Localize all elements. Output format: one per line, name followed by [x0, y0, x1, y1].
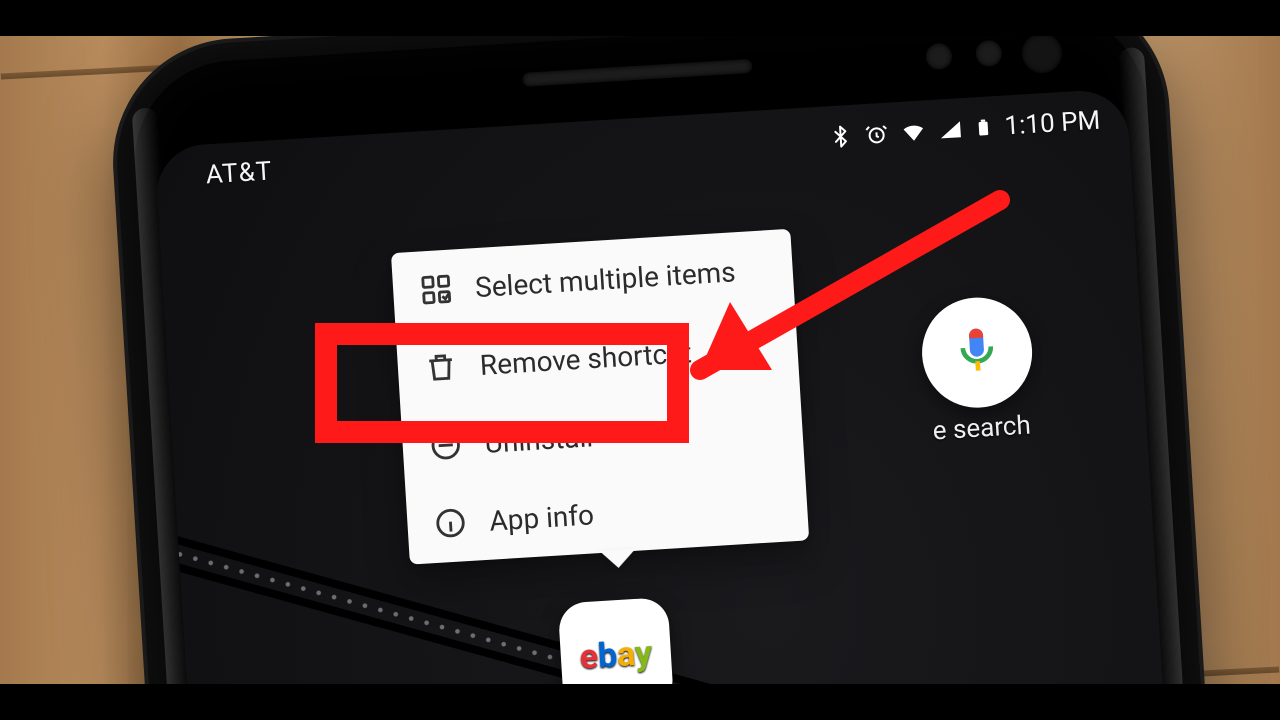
voice-search-widget[interactable]: e search: [919, 294, 1038, 446]
menu-item-label: Select multiple items: [474, 255, 736, 304]
ebay-logo: ebay: [579, 636, 654, 674]
phone-screen[interactable]: AT&T 1: [154, 88, 1226, 720]
wifi-icon: [900, 118, 928, 146]
frame: AT&T 1: [0, 0, 1280, 720]
mic-icon: [947, 319, 1007, 385]
minus-circle-icon: [428, 427, 464, 463]
clock-label: 1:10 PM: [1004, 106, 1101, 142]
voice-search-bubble[interactable]: [919, 294, 1036, 411]
letterbox: [0, 0, 1280, 36]
menu-item-label: Remove shortcut: [479, 336, 693, 382]
trash-icon: [423, 349, 459, 385]
menu-item-label: App info: [488, 498, 594, 537]
menu-item-label: Uninstall: [484, 420, 594, 460]
info-icon: [433, 505, 469, 541]
alarm-icon: [864, 122, 889, 147]
letterbox: [0, 684, 1280, 720]
bluetooth-icon: [828, 124, 853, 149]
context-menu: Select multiple items Remove shortcut Un…: [391, 229, 809, 565]
phone-body: AT&T 1: [110, 0, 1268, 720]
signal-icon: [938, 117, 963, 142]
carrier-label: AT&T: [175, 156, 273, 192]
status-icons: 1:10 PM: [828, 106, 1101, 153]
voice-search-label: e search: [932, 411, 1032, 447]
battery-icon: [974, 114, 994, 141]
grid-icon: [418, 272, 454, 308]
